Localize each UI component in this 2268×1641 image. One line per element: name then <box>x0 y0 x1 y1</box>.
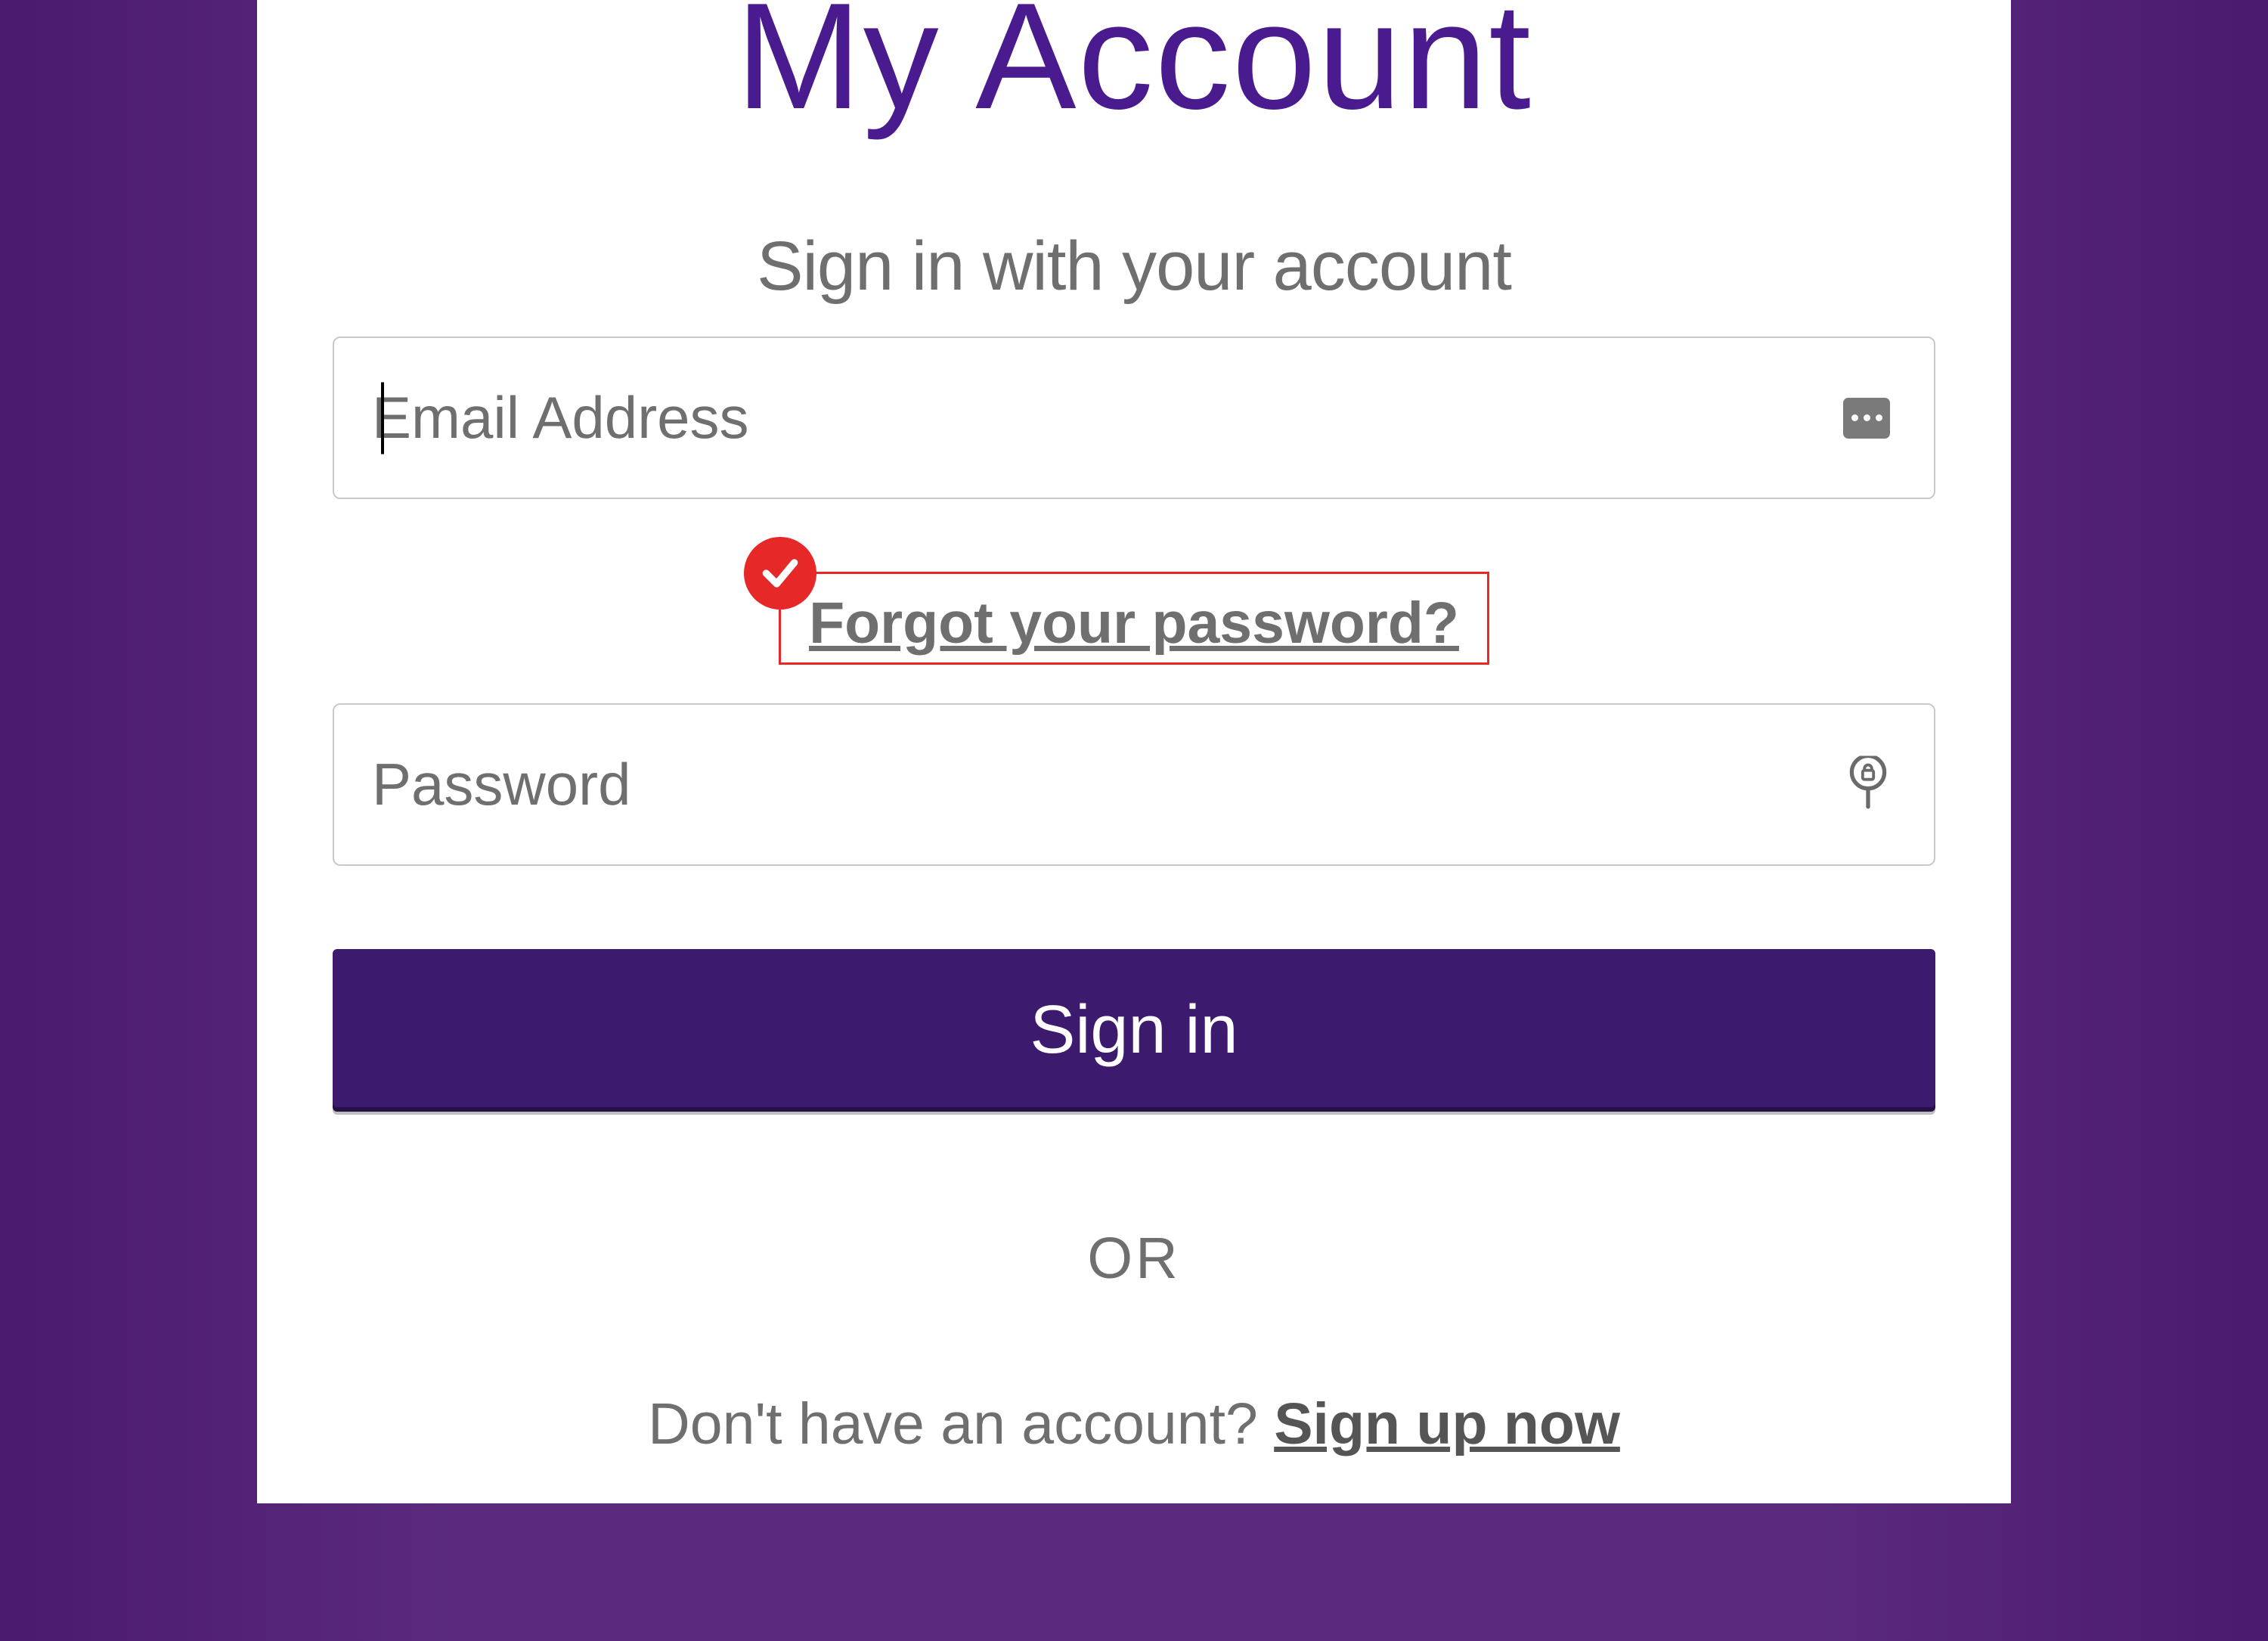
page-subtitle: Sign in with your account <box>333 227 1935 306</box>
password-field-group <box>333 703 1935 866</box>
checkmark-icon <box>744 537 816 610</box>
signup-prefix: Don't have an account? <box>648 1391 1274 1456</box>
annotation-highlight-box <box>779 572 1489 665</box>
page-title: My Account <box>333 0 1935 144</box>
autofill-icon[interactable] <box>1843 398 1890 439</box>
sign-up-link[interactable]: Sign up now <box>1274 1391 1620 1456</box>
or-divider-label: OR <box>333 1225 1935 1292</box>
password-input[interactable] <box>333 703 1935 866</box>
sign-in-button[interactable]: Sign in <box>333 949 1935 1112</box>
email-field-group <box>333 337 1935 499</box>
password-manager-icon[interactable] <box>1846 755 1890 814</box>
signup-row: Don't have an account? Sign up now <box>333 1391 1935 1458</box>
login-card: My Account Sign in with your account For… <box>257 0 2011 1503</box>
email-input[interactable] <box>333 337 1935 499</box>
forgot-password-row: Forgot your password? <box>333 590 1935 688</box>
text-cursor <box>381 382 384 454</box>
